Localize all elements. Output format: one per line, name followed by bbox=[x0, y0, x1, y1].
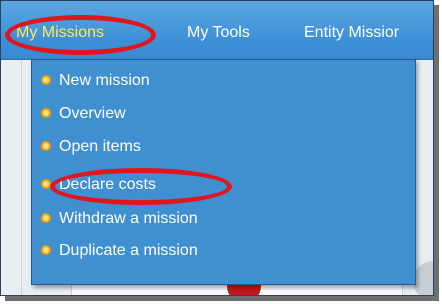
menu-item-overview[interactable]: Overview bbox=[41, 103, 126, 125]
menu-item-label: Withdraw a mission bbox=[59, 210, 198, 227]
menu-item-label: New mission bbox=[59, 72, 150, 89]
menu-entity-missions[interactable]: Entity Missior bbox=[304, 23, 399, 43]
menu-item-label: Overview bbox=[59, 105, 126, 122]
content-divider bbox=[21, 60, 22, 295]
menu-item-label: Open items bbox=[59, 138, 141, 155]
menu-item-label: Duplicate a mission bbox=[59, 242, 198, 259]
bullet-icon bbox=[41, 107, 51, 118]
bullet-icon bbox=[41, 212, 51, 223]
app-window: My Missions My Tools Entity Missior New … bbox=[0, 0, 434, 296]
my-missions-dropdown: New mission Overview Open items Declare … bbox=[31, 59, 416, 285]
bullet-icon bbox=[41, 244, 51, 255]
menu-item-withdraw-mission[interactable]: Withdraw a mission bbox=[41, 208, 198, 230]
bullet-icon bbox=[41, 140, 51, 151]
bullet-icon bbox=[41, 74, 51, 85]
menu-my-tools[interactable]: My Tools bbox=[187, 23, 250, 43]
menu-item-duplicate-mission[interactable]: Duplicate a mission bbox=[41, 240, 198, 262]
menu-my-missions[interactable]: My Missions bbox=[16, 23, 104, 43]
menu-item-declare-costs[interactable]: Declare costs bbox=[41, 174, 156, 196]
menu-item-label: Declare costs bbox=[59, 176, 156, 193]
menu-item-open-items[interactable]: Open items bbox=[41, 136, 141, 158]
top-menu-bar: My Missions My Tools Entity Missior bbox=[1, 1, 433, 60]
bullet-icon bbox=[41, 178, 51, 189]
menu-item-new-mission[interactable]: New mission bbox=[41, 70, 150, 92]
